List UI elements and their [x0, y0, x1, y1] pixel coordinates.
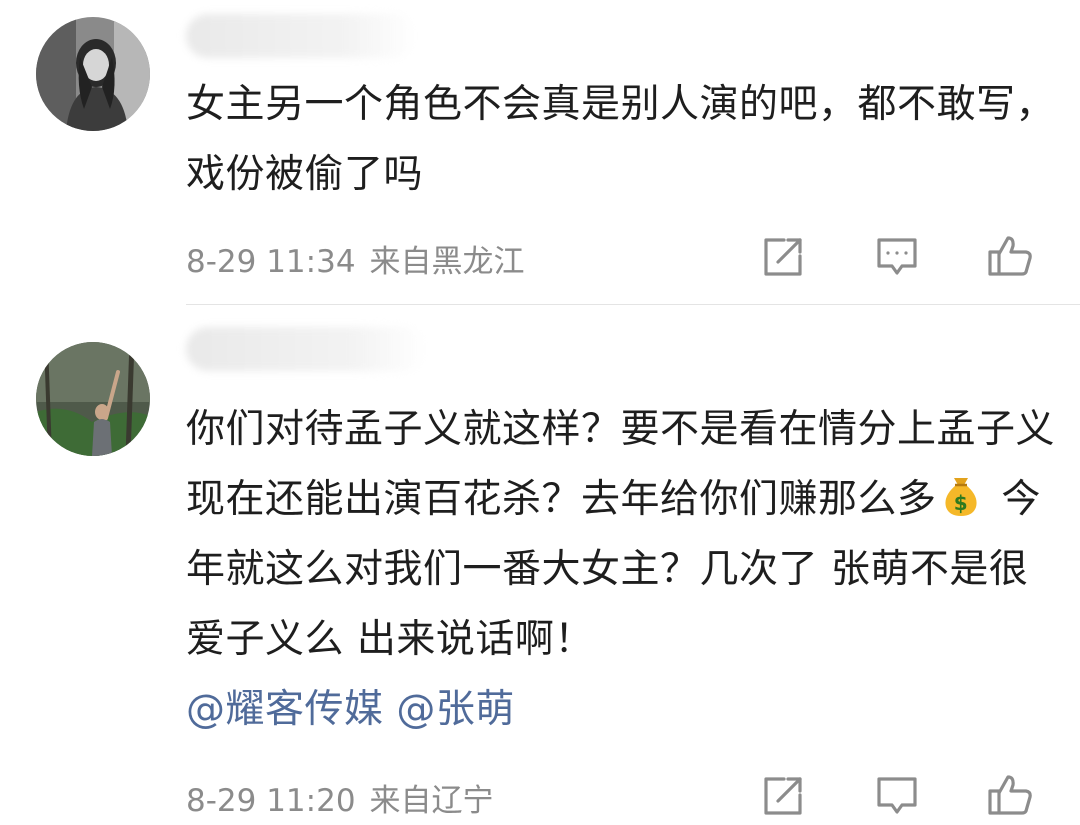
timestamp: 8-29 11:34: [186, 244, 356, 280]
comment-item: 你们对待孟子义就这样？要不是看在情分上孟子义现在还能出演百花杀？去年给你们赚那么…: [0, 305, 1080, 825]
like-icon[interactable]: [986, 771, 1032, 817]
username[interactable]: [186, 327, 426, 371]
avatar[interactable]: [36, 17, 150, 131]
comment-text: 你们对待孟子义就这样？要不是看在情分上孟子义现在还能出演百花杀？去年给你们赚那么…: [186, 395, 1056, 745]
mention-link[interactable]: @张萌: [396, 687, 515, 732]
repost-icon[interactable]: [760, 773, 806, 819]
comment-item: 女主另一个角色不会真是别人演的吧，都不敢写，戏份被偷了吗 8-29 11:34 来…: [0, 0, 1080, 305]
like-icon[interactable]: [986, 232, 1032, 278]
comment-text-part: 你们对待孟子义就这样？要不是看在情分上孟子义现在还能出演百花杀？去年给你们赚那么…: [186, 407, 1056, 522]
mention-link[interactable]: @耀客传媒: [186, 687, 384, 732]
username[interactable]: [186, 14, 416, 58]
comment-text: 女主另一个角色不会真是别人演的吧，都不敢写，戏份被偷了吗: [186, 82, 1056, 197]
location: 来自辽宁: [369, 783, 494, 819]
comment-meta: 8-29 11:34 来自黑龙江: [186, 236, 525, 281]
comment-meta: 8-29 11:20 来自辽宁: [186, 775, 494, 820]
svg-text:$: $: [953, 491, 967, 515]
timestamp: 8-29 11:20: [186, 783, 356, 819]
comment-icon[interactable]: [874, 773, 920, 819]
comment-icon[interactable]: [874, 234, 920, 280]
money-bag-icon: $: [939, 471, 983, 516]
repost-icon[interactable]: [760, 234, 806, 280]
location: 来自黑龙江: [369, 244, 525, 280]
avatar[interactable]: [36, 342, 150, 456]
